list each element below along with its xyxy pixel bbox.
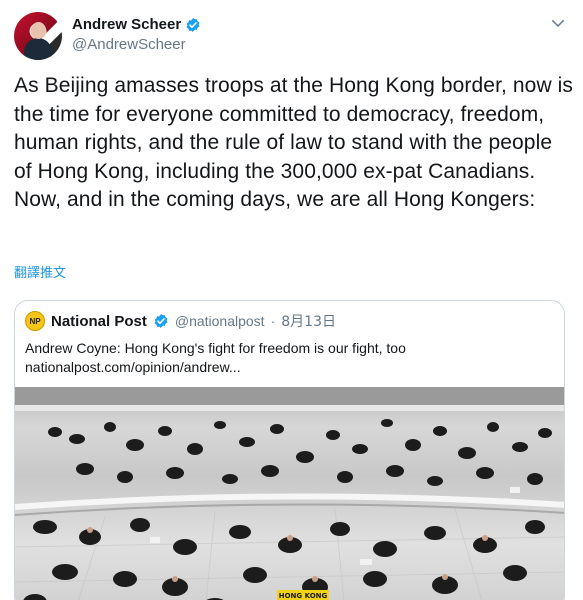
translate-tweet-link[interactable]: 翻譯推文 — [14, 262, 66, 281]
separator-dot: · — [270, 313, 276, 329]
verified-badge-icon — [186, 17, 200, 32]
quoted-display-name: National Post — [51, 312, 147, 330]
author-handle[interactable]: @AndrewScheer — [72, 36, 186, 53]
quoted-date: 8月13日 — [281, 314, 336, 330]
tweet-text: As Beijing amasses troops at the Hong Ko… — [14, 74, 574, 211]
national-post-logo: NP — [25, 311, 45, 331]
avatar[interactable] — [14, 12, 62, 60]
verified-badge-icon — [154, 314, 168, 328]
quoted-tweet-header: NP National Post @nationalpost · 8月13日 — [25, 311, 336, 331]
tweet: Andrew Scheer @AndrewScheer As Beijing a… — [0, 0, 583, 600]
quoted-handle: @nationalpost — [174, 313, 265, 329]
quoted-tweet-card[interactable]: NP National Post @nationalpost · 8月13日 A… — [14, 300, 565, 600]
protest-photo[interactable]: HONG KONG — [15, 387, 564, 600]
protest-sign-text: HONG KONG — [278, 592, 328, 600]
author-name-row: Andrew Scheer — [72, 16, 201, 33]
author-display-name[interactable]: Andrew Scheer — [72, 16, 181, 33]
chevron-down-icon[interactable] — [549, 14, 567, 32]
quoted-tweet-text: Andrew Coyne: Hong Kong's fight for free… — [25, 340, 406, 375]
